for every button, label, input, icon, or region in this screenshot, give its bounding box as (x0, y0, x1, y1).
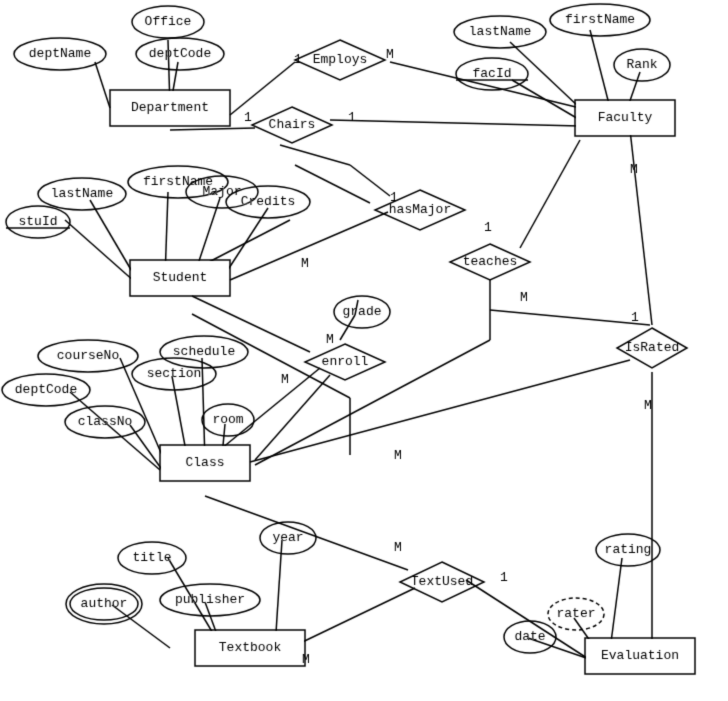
er-diagram (0, 0, 728, 701)
